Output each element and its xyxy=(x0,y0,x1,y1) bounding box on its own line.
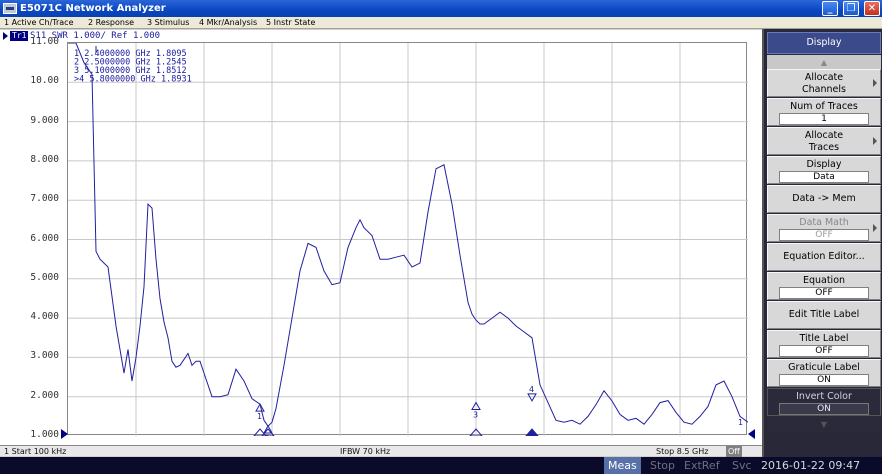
menu-item-active-ch[interactable]: 1 Active Ch/Trace xyxy=(4,17,74,29)
start-frequency[interactable]: 1 Start 100 kHz xyxy=(4,446,66,457)
allocate-traces-button[interactable]: Allocate Traces xyxy=(767,127,881,155)
window-title: E5071C Network Analyzer xyxy=(20,3,166,14)
meas-indicator: Meas xyxy=(604,457,641,474)
marker-3-label: 3 xyxy=(473,411,478,420)
reference-level-right-icon[interactable] xyxy=(748,429,755,439)
invert-color-value: ON xyxy=(779,403,869,415)
num-traces-value: 1 xyxy=(779,113,869,125)
y-tick-label: 11.00 xyxy=(30,36,59,47)
reference-level-left-icon[interactable] xyxy=(61,429,68,439)
submenu-arrow-icon xyxy=(873,79,877,87)
title-label-button[interactable]: Title Label OFF xyxy=(767,330,881,358)
app-icon xyxy=(3,3,17,14)
display-value: Data xyxy=(779,171,869,183)
equation-button[interactable]: Equation OFF xyxy=(767,272,881,300)
y-tick-label: 8.000 xyxy=(30,153,59,165)
display-button[interactable]: Display Data xyxy=(767,156,881,184)
menu-item-mkr-analysis[interactable]: 4 Mkr/Analysis xyxy=(199,17,257,29)
submenu-arrow-icon xyxy=(873,224,877,232)
close-button[interactable]: ✕ xyxy=(864,1,880,16)
y-tick-label: 5.000 xyxy=(30,271,59,283)
y-tick-label: 1.000 xyxy=(30,429,59,440)
graticule-label-button[interactable]: Graticule Label ON xyxy=(767,359,881,387)
menu-item-instr-state[interactable]: 5 Instr State xyxy=(266,17,315,29)
graticule-label-value: ON xyxy=(779,374,869,386)
maximize-button[interactable]: ❐ xyxy=(843,1,859,16)
menu-item-response[interactable]: 2 Response xyxy=(88,17,134,29)
invert-color-button[interactable]: Invert Color ON xyxy=(767,388,881,416)
stop-frequency[interactable]: Stop 8.5 GHz xyxy=(656,446,708,457)
ifbw-readout[interactable]: IFBW 70 kHz xyxy=(340,446,390,457)
stop-indicator: Stop xyxy=(650,459,676,472)
allocate-channels-button[interactable]: Allocate Channels xyxy=(767,69,881,97)
invert-color-label: Invert Color xyxy=(796,391,852,402)
scroll-down-icon[interactable]: ▼ xyxy=(767,417,881,433)
menu-item-stimulus[interactable]: 3 Stimulus xyxy=(147,17,189,29)
submenu-arrow-icon xyxy=(873,137,877,145)
num-traces-button[interactable]: Num of Traces 1 xyxy=(767,98,881,126)
y-tick-label: 10.00 xyxy=(30,75,59,87)
equation-value: OFF xyxy=(779,287,869,299)
y-tick-label: 7.000 xyxy=(30,193,59,205)
display-label: Display xyxy=(806,159,842,170)
equation-editor-button[interactable]: Equation Editor... xyxy=(767,243,881,271)
window-titlebar: E5071C Network Analyzer _ ❐ ✕ xyxy=(0,0,882,17)
trace-header: Tr1 S11 SWR 1.000/ Ref 1.000 xyxy=(0,30,760,42)
softkey-menu-title: Display xyxy=(767,32,881,54)
menu-bar: 1 Active Ch/Trace 2 Response 3 Stimulus … xyxy=(0,17,882,29)
allocate-traces-label: Allocate Traces xyxy=(804,130,844,153)
graticule-label-label: Graticule Label xyxy=(788,362,860,373)
allocate-channels-label: Allocate Channels xyxy=(802,72,846,95)
marker-readout-4: >4 5.8000000 GHz 1.8931 xyxy=(74,75,192,85)
datetime: 2016-01-22 09:47 xyxy=(761,459,861,472)
minimize-button[interactable]: _ xyxy=(822,1,838,16)
edit-title-label-button[interactable]: Edit Title Label xyxy=(767,301,881,329)
data-math-button[interactable]: Data Math OFF xyxy=(767,214,881,242)
title-label-label: Title Label xyxy=(799,333,849,344)
title-label-value: OFF xyxy=(779,345,869,357)
instrument-status-bar: Meas Stop ExtRef Svc 2016-01-22 09:47 xyxy=(0,457,882,474)
axis-marker-4-icon xyxy=(524,428,540,437)
plot-area[interactable]: 1 2.4000000 GHz 1.8095 2 2.5000000 GHz 1… xyxy=(67,42,749,443)
trace-end-label: 1 xyxy=(738,418,743,427)
off-indicator: Off xyxy=(726,446,742,457)
softkey-panel: Display ▲ Allocate Channels Num of Trace… xyxy=(762,29,882,457)
y-tick-label: 9.000 xyxy=(30,114,59,126)
data-to-mem-button[interactable]: Data -> Mem xyxy=(767,185,881,213)
extref-indicator: ExtRef xyxy=(684,459,720,472)
chart-area[interactable]: Tr1 S11 SWR 1.000/ Ref 1.000 11.00 10.00 9… xyxy=(0,30,762,445)
y-tick-label: 2.000 xyxy=(30,389,59,401)
marker-4-label: 4 xyxy=(529,385,534,394)
status-bar: 1 Start 100 kHz IFBW 70 kHz Stop 8.5 GHz… xyxy=(0,445,762,457)
svc-indicator: Svc xyxy=(732,459,752,472)
num-traces-label: Num of Traces xyxy=(790,101,858,112)
marker-1-label: 1 xyxy=(257,412,262,421)
equation-label: Equation xyxy=(802,275,846,286)
marker-4-triangle xyxy=(527,393,537,402)
data-math-label: Data Math xyxy=(799,217,849,228)
data-math-value: OFF xyxy=(779,229,869,241)
y-tick-label: 3.000 xyxy=(30,350,59,362)
y-tick-label: 6.000 xyxy=(30,232,59,244)
y-tick-label: 4.000 xyxy=(30,311,59,323)
plot-svg: 1 2.4000000 GHz 1.8095 2 2.5000000 GHz 1… xyxy=(68,42,749,443)
